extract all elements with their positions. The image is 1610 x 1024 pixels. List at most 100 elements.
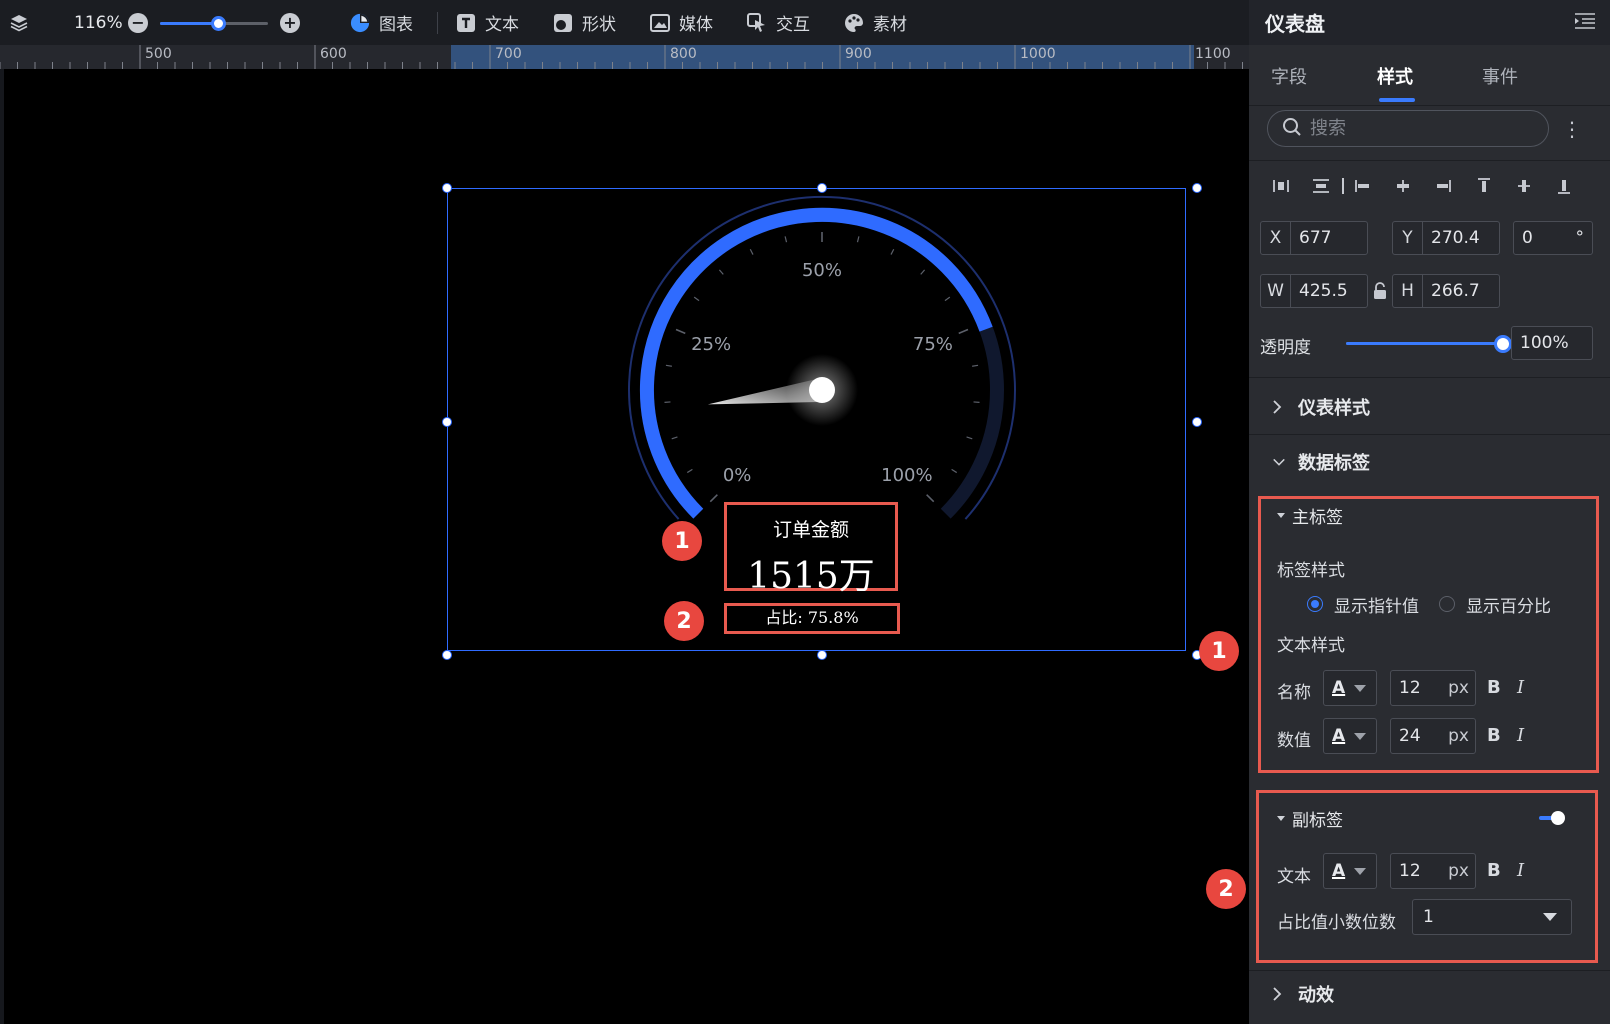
chevron-down-icon: [1272, 457, 1286, 467]
divider: [1249, 160, 1610, 161]
value-italic-button[interactable]: I: [1517, 725, 1524, 746]
gauge-main-label-name: 订单金额: [772, 519, 849, 541]
caret-down-icon: [1354, 867, 1367, 875]
decimals-select[interactable]: 1: [1412, 899, 1572, 935]
align-top-icon[interactable]: [1474, 176, 1494, 196]
name-font-size-input[interactable]: 12 px: [1390, 670, 1476, 706]
sub-text-italic-button[interactable]: I: [1517, 860, 1524, 881]
tab-style[interactable]: 样式: [1377, 63, 1413, 89]
radio-show-pointer-value[interactable]: [1307, 596, 1323, 612]
section-animation[interactable]: 动效: [1272, 981, 1334, 1007]
sub-label-toggle[interactable]: [1539, 811, 1565, 825]
name-font-size-value[interactable]: 12: [1399, 678, 1421, 698]
tab-events[interactable]: 事件: [1482, 63, 1518, 89]
distribute-horizontal-icon[interactable]: [1271, 176, 1291, 196]
x-field[interactable]: X 677: [1260, 221, 1368, 255]
main-label-title: 主标签: [1292, 508, 1343, 528]
resize-handle-top-right[interactable]: [1192, 183, 1202, 193]
value-style-label: 数值: [1277, 731, 1311, 751]
w-value[interactable]: 425.5: [1291, 281, 1348, 301]
resize-handle-bottom-left[interactable]: [442, 650, 452, 660]
decimals-label: 占比值小数位数: [1277, 913, 1396, 933]
section-gauge-style[interactable]: 仪表样式: [1272, 394, 1370, 420]
h-value[interactable]: 266.7: [1423, 281, 1480, 301]
caret-down-icon: [1277, 513, 1285, 518]
font-color-icon: A: [1332, 861, 1346, 881]
toggle-knob: [1551, 811, 1565, 825]
sub-text-font-size-input[interactable]: 12 px: [1390, 853, 1476, 889]
tab-fields[interactable]: 字段: [1271, 63, 1307, 89]
sub-text-font-size-value[interactable]: 12: [1399, 861, 1421, 881]
opacity-slider-thumb[interactable]: [1494, 335, 1512, 353]
gauge-sub-label: 占比: 75.8%: [724, 603, 900, 634]
callout-badge: 2: [664, 601, 704, 641]
align-center-horizontal-icon[interactable]: [1393, 176, 1413, 196]
divider: [1249, 434, 1610, 435]
section-data-label[interactable]: 数据标签: [1272, 449, 1370, 475]
gauge-main-label: 订单金额 1515万: [724, 502, 898, 597]
value-bold-button[interactable]: B: [1487, 725, 1501, 746]
panel-header: 仪表盘: [1249, 0, 1610, 45]
callout-badge: 1: [1199, 631, 1239, 671]
search-input[interactable]: [1310, 118, 1530, 139]
option-show-percent[interactable]: 显示百分比: [1466, 592, 1551, 617]
y-value[interactable]: 270.4: [1423, 228, 1480, 248]
name-bold-button[interactable]: B: [1487, 677, 1501, 698]
option-show-pointer-value[interactable]: 显示指针值: [1334, 592, 1419, 617]
resize-handle-left[interactable]: [442, 417, 452, 427]
h-label: H: [1393, 275, 1423, 307]
name-color-picker[interactable]: A: [1323, 670, 1377, 706]
panel-tabs: 字段 样式 事件: [1249, 45, 1610, 105]
opacity-slider[interactable]: [1346, 335, 1512, 353]
rotation-field[interactable]: 0 °: [1513, 221, 1593, 255]
opacity-label: 透明度: [1260, 338, 1311, 358]
rotation-value[interactable]: 0: [1522, 228, 1533, 248]
sub-text-bold-button[interactable]: B: [1487, 860, 1501, 881]
align-left-icon[interactable]: [1353, 176, 1373, 196]
decimals-value: 1: [1423, 907, 1434, 927]
value-font-size-input[interactable]: 24 px: [1390, 718, 1476, 754]
chevron-right-icon: [1272, 986, 1286, 1002]
main-label-header[interactable]: 主标签: [1277, 503, 1343, 528]
resize-handle-bottom[interactable]: [817, 650, 827, 660]
search-icon: [1282, 117, 1302, 141]
resize-handle-right[interactable]: [1192, 417, 1202, 427]
unit-label: px: [1448, 678, 1469, 698]
text-style-label: 文本样式: [1277, 636, 1345, 656]
width-field[interactable]: W 425.5: [1260, 274, 1368, 308]
resize-handle-top-left[interactable]: [442, 183, 452, 193]
section-gauge-style-label: 仪表样式: [1298, 398, 1370, 419]
more-options-icon[interactable]: ⋮: [1562, 115, 1582, 143]
height-field[interactable]: H 266.7: [1392, 274, 1500, 308]
caret-down-icon: [1354, 732, 1367, 740]
x-value[interactable]: 677: [1291, 228, 1331, 248]
unit-label: px: [1448, 861, 1469, 881]
alignment-toolbar: [1249, 172, 1610, 204]
search-box[interactable]: [1267, 110, 1549, 147]
name-italic-button[interactable]: I: [1517, 677, 1524, 698]
divider: [1249, 970, 1610, 971]
callout-badge: 2: [1206, 869, 1246, 909]
resize-handle-top[interactable]: [817, 183, 827, 193]
opacity-field[interactable]: 100%: [1511, 326, 1593, 360]
value-font-size-value[interactable]: 24: [1399, 726, 1421, 746]
sub-text-color-picker[interactable]: A: [1323, 853, 1377, 889]
y-field[interactable]: Y 270.4: [1392, 221, 1500, 255]
sub-text-style-label: 文本: [1277, 867, 1311, 887]
sub-label-title: 副标签: [1292, 811, 1343, 831]
section-data-label-label: 数据标签: [1298, 453, 1370, 474]
app-root: 116% − + 图表 文本 形状 媒体 交互 素材 500 600 700 8…: [0, 0, 1610, 1024]
sub-label-header[interactable]: 副标签: [1277, 806, 1343, 831]
menu-icon[interactable]: [1574, 12, 1596, 34]
value-color-picker[interactable]: A: [1323, 718, 1377, 754]
distribute-vertical-icon[interactable]: [1311, 176, 1331, 196]
align-bottom-icon[interactable]: [1554, 176, 1574, 196]
align-middle-vertical-icon[interactable]: [1514, 176, 1534, 196]
align-right-icon[interactable]: [1433, 176, 1453, 196]
radio-show-percent[interactable]: [1439, 596, 1455, 612]
lock-icon[interactable]: [1372, 282, 1388, 304]
chevron-right-icon: [1272, 399, 1286, 415]
label-style-label: 标签样式: [1277, 561, 1345, 581]
opacity-value[interactable]: 100%: [1520, 333, 1569, 353]
search-row: ⋮: [1249, 105, 1610, 163]
